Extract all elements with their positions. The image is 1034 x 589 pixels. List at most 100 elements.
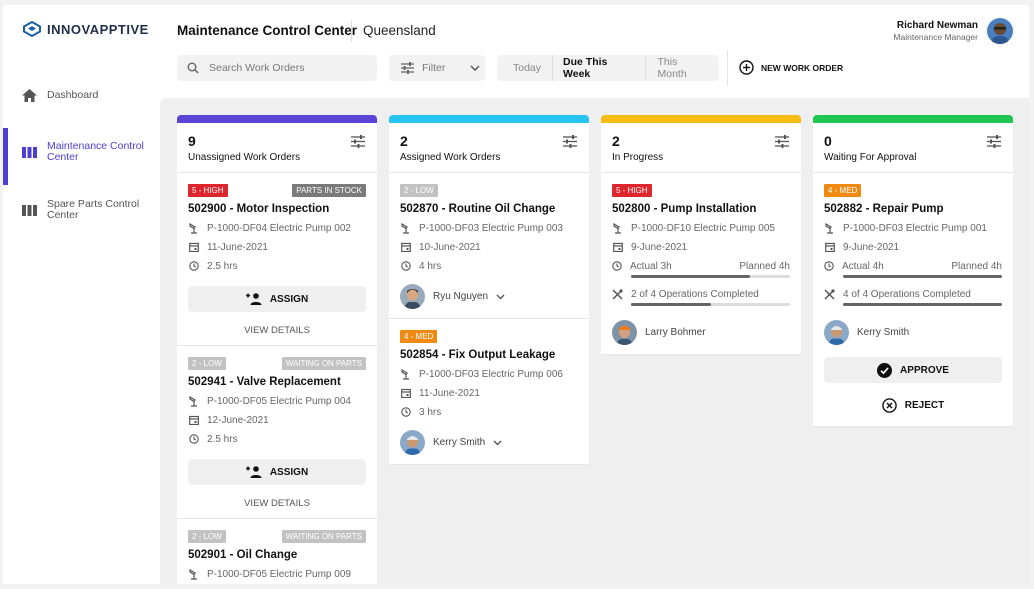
column-in-progress: 2 In Progress 5 - HIGH 502800 - Pump Ins… — [601, 115, 801, 355]
app-window: INNOVAPPTIVE Dashboard Maintenance Contr… — [3, 5, 1029, 584]
work-order-card[interactable]: 5 - HIGH 502800 - Pump Installation P-10… — [601, 173, 801, 355]
avatar — [824, 320, 849, 345]
new-work-order-button[interactable]: NEW WORK ORDER — [739, 60, 843, 75]
work-order-card[interactable]: 2 - LOW WAITING ON PARTS 502941 - Valve … — [177, 346, 377, 519]
assign-label: ASSIGN — [269, 466, 309, 478]
column-settings-icon[interactable] — [351, 135, 365, 148]
equipment-name: P-1000-DF05 Electric Pump 009 — [207, 568, 351, 580]
assignee-dropdown[interactable]: Kerry Smith — [400, 430, 578, 455]
board-icon — [22, 146, 37, 158]
column-color-bar — [389, 115, 589, 123]
work-order-title: 502941 - Valve Replacement — [188, 376, 341, 388]
sidebar-item-dashboard[interactable]: Dashboard — [3, 89, 161, 102]
assign-button[interactable]: ASSIGN — [188, 286, 366, 312]
clock-icon — [400, 261, 411, 271]
equipment-name: P-1000-DF10 Electric Pump 005 — [631, 222, 775, 234]
view-details-link[interactable]: VIEW DETAILS — [188, 498, 366, 509]
assignee-name: Kerry Smith — [857, 327, 910, 338]
column-count: 2 — [612, 133, 620, 149]
column-count: 9 — [188, 133, 196, 149]
column-title: In Progress — [612, 152, 664, 163]
equipment-icon — [188, 222, 197, 234]
work-order-title: 502870 - Routine Oil Change — [400, 203, 556, 215]
planned-hours: Planned 4h — [951, 260, 1002, 272]
equipment-icon — [400, 222, 409, 234]
tools-icon — [612, 288, 623, 300]
avatar — [612, 320, 637, 345]
kanban-board: 9 Unassigned Work Orders 5 - HIGH PARTS … — [160, 98, 1029, 584]
time-filter-this-month[interactable]: This Month — [646, 55, 719, 81]
column-count: 2 — [400, 133, 408, 149]
priority-badge: 2 - LOW — [188, 357, 226, 370]
column-waiting-for-approval: 0 Waiting For Approval 4 - MED 502882 - … — [813, 115, 1013, 427]
time-filter-today[interactable]: Today — [497, 55, 554, 81]
due-date: 11-June-2021 — [419, 387, 480, 399]
assignee-name: Ryu Nguyen — [433, 291, 489, 302]
work-order-card[interactable]: 4 - MED 502882 - Repair Pump P-1000-DF03… — [813, 173, 1013, 427]
parts-status-badge: PARTS IN STOCK — [292, 184, 366, 197]
assign-button[interactable]: ASSIGN — [188, 459, 366, 485]
column-color-bar — [601, 115, 801, 123]
priority-badge: 4 - MED — [400, 330, 438, 343]
work-order-card[interactable]: 2 - LOW WAITING ON PARTS 502901 - Oil Ch… — [177, 519, 377, 584]
operations-progress-fill — [631, 303, 711, 306]
priority-badge: 5 - HIGH — [188, 184, 228, 197]
priority-badge: 2 - LOW — [400, 184, 438, 197]
avatar — [400, 284, 425, 309]
hours-progress-bar — [631, 275, 790, 278]
reject-label: REJECT — [904, 399, 945, 411]
sidebar-item-label: Dashboard — [47, 89, 99, 101]
operations-progress-bar — [631, 303, 790, 306]
new-work-order-label: NEW WORK ORDER — [761, 62, 844, 73]
search-input[interactable] — [209, 62, 359, 74]
column-settings-icon[interactable] — [563, 135, 577, 148]
work-order-title: 502882 - Repair Pump — [824, 203, 944, 215]
user-avatar[interactable] — [987, 18, 1013, 44]
work-order-title: 502854 - Fix Output Leakage — [400, 349, 556, 361]
filter-label: Filter — [422, 62, 446, 74]
search-box[interactable] — [177, 55, 377, 81]
cancel-circle-icon — [881, 397, 897, 413]
add-person-icon — [245, 293, 262, 305]
work-order-card[interactable]: 2 - LOW 502870 - Routine Oil Change P-10… — [389, 173, 589, 319]
board-icon — [22, 204, 37, 216]
equipment-icon — [824, 222, 833, 234]
assignee[interactable]: Larry Bohmer — [612, 320, 790, 345]
assignee-dropdown[interactable]: Ryu Nguyen — [400, 284, 578, 309]
sidebar-item-spare-parts-control-center[interactable]: Spare Parts Control Center — [3, 199, 161, 221]
column-settings-icon[interactable] — [987, 135, 1001, 148]
view-details-link[interactable]: VIEW DETAILS — [188, 325, 366, 336]
operations-status: 2 of 4 Operations Completed — [631, 288, 759, 300]
equipment-icon — [612, 222, 621, 234]
page-title: Maintenance Control Center — [177, 23, 358, 38]
clock-icon — [400, 407, 411, 417]
due-date: 9-June-2021 — [843, 241, 900, 253]
filter-sliders-icon — [401, 62, 414, 74]
work-order-card[interactable]: 5 - HIGH PARTS IN STOCK 502900 - Motor I… — [177, 173, 377, 346]
due-date: 11-June-2021 — [207, 241, 268, 253]
work-order-card[interactable]: 4 - MED 502854 - Fix Output Leakage P-10… — [389, 319, 589, 465]
filter-dropdown[interactable]: Filter — [389, 55, 485, 81]
column-color-bar — [813, 115, 1013, 123]
time-filter-due-this-week[interactable]: Due This Week — [553, 55, 647, 81]
due-date: 9-June-2021 — [631, 241, 688, 253]
column-settings-icon[interactable] — [775, 135, 789, 148]
column-header: 9 Unassigned Work Orders — [177, 123, 377, 173]
assignee-name: Kerry Smith — [433, 437, 486, 448]
priority-badge: 2 - LOW — [188, 530, 226, 543]
calendar-icon — [400, 242, 411, 252]
column-header: 2 In Progress — [601, 123, 801, 173]
approve-button[interactable]: APPROVE — [824, 357, 1002, 383]
region-selector[interactable]: Queensland — [363, 23, 436, 38]
assign-label: ASSIGN — [269, 293, 309, 305]
actual-hours: Actual 4h — [842, 260, 884, 272]
reject-button[interactable]: REJECT — [824, 393, 1002, 417]
equipment-icon — [188, 395, 197, 407]
assignee[interactable]: Kerry Smith — [824, 320, 1002, 345]
brand-logo[interactable]: INNOVAPPTIVE — [23, 21, 149, 37]
user-name: Richard Newman — [896, 20, 978, 31]
sidebar-item-maintenance-control-center[interactable]: Maintenance Control Center — [3, 128, 161, 185]
calendar-icon — [400, 388, 411, 398]
priority-badge: 5 - HIGH — [612, 184, 652, 197]
time-filter-segmented-control: Today Due This Week This Month — [497, 55, 719, 81]
